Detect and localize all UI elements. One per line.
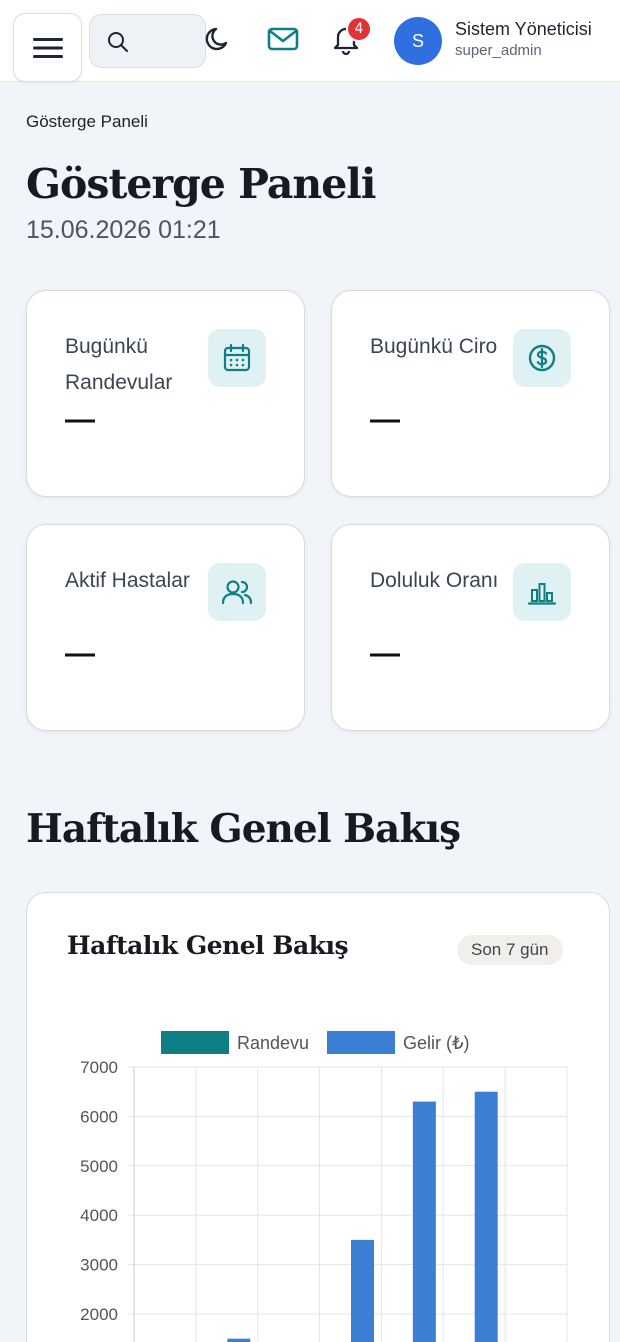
- y-tick-label: 2000: [80, 1305, 118, 1324]
- stat-card-active-patients: Aktif Hastalar —: [26, 524, 305, 731]
- breadcrumb: Gösterge Paneli: [26, 112, 148, 131]
- search-input[interactable]: [89, 14, 206, 68]
- y-tick-label: 4000: [80, 1206, 118, 1225]
- weekly-overview-card: Haftalık Genel Bakış Son 7 gün 7000 6000 5…: [26, 892, 610, 1342]
- page-datetime: 15.06.2026 01:21: [26, 216, 221, 244]
- stat-card-occupancy: Doluluk Oranı —: [331, 524, 610, 731]
- stat-value: —: [65, 403, 95, 436]
- weekly-chart: 7000 6000 5000 4000 3000 2000 Randevu Gelir (₺): [80, 1031, 568, 1342]
- y-tick-label: 5000: [80, 1157, 118, 1176]
- mail-icon: [267, 27, 299, 51]
- top-bar: 4 S Sistem Yöneticisi super_admin: [0, 0, 620, 82]
- messages-button[interactable]: [266, 22, 300, 56]
- theme-toggle-button[interactable]: [202, 22, 236, 56]
- stat-label: Bugünkü Ciro: [370, 335, 498, 358]
- stat-value: —: [370, 403, 400, 436]
- stat-value: —: [370, 637, 400, 670]
- users-icon: [208, 563, 266, 621]
- user-name: Sistem Yöneticisi: [455, 19, 592, 39]
- moon-icon: [205, 27, 228, 51]
- bar: [412, 1101, 436, 1342]
- bar-chart-icon: [513, 563, 571, 621]
- y-tick-label: 7000: [80, 1058, 118, 1077]
- stat-label: Aktif Hastalar: [65, 569, 190, 592]
- avatar[interactable]: S: [394, 17, 442, 65]
- dollar-icon: [513, 329, 571, 387]
- legend-swatch: [161, 1031, 229, 1054]
- menu-icon: [32, 37, 63, 58]
- section-title: Haftalık Genel Bakış: [26, 806, 461, 852]
- bar: [474, 1091, 498, 1342]
- stat-label: Doluluk Oranı: [370, 569, 499, 592]
- y-tick-label: 3000: [80, 1256, 118, 1275]
- menu-button[interactable]: [13, 13, 82, 82]
- stat-value: —: [65, 637, 95, 670]
- page-title: Gösterge Paneli: [26, 160, 376, 208]
- calendar-icon: [208, 329, 266, 387]
- stat-card-appointments: Bugünkü Randevular —: [26, 290, 305, 497]
- legend-label: Gelir (₺): [403, 1033, 469, 1053]
- bar: [351, 1239, 374, 1342]
- user-role: super_admin: [455, 42, 542, 59]
- notification-count-badge: 4: [346, 16, 372, 42]
- stat-label: Bugünkü Randevular: [65, 335, 173, 394]
- stat-card-revenue: Bugünkü Ciro —: [331, 290, 610, 497]
- search-icon: [106, 30, 130, 58]
- legend-label: Randevu: [237, 1033, 309, 1053]
- y-tick-label: 6000: [80, 1107, 118, 1126]
- legend-swatch: [327, 1031, 395, 1054]
